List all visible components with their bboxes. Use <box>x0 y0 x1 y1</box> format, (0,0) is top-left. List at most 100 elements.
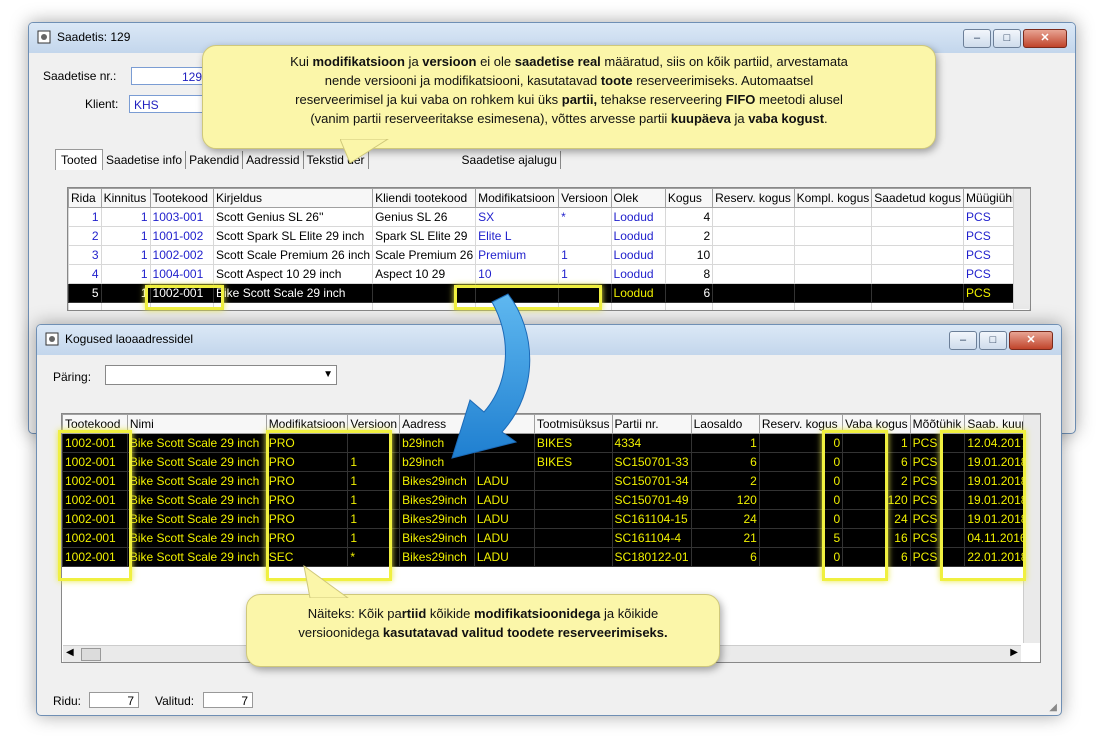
table-row[interactable]: 1002-001 Bike Scott Scale 29 inch SEC * Bike… <box>62 547 1040 567</box>
table-cell <box>793 264 873 284</box>
table-cell: 8 <box>664 264 714 284</box>
column-header[interactable]: Kinnitus <box>100 188 151 208</box>
table-cell: PCS <box>909 547 966 567</box>
column-header[interactable]: Kirjeldus <box>213 188 374 208</box>
callout-text: määratud, siis on kõik partiid, arvestam… <box>600 54 848 69</box>
column-header[interactable]: Mõõtühik <box>909 414 966 434</box>
column-header[interactable]: Tootekood <box>62 414 128 434</box>
table-row[interactable]: 2 1 1001-002 Scott Spark SL Elite 29 inch Sp… <box>68 226 1030 246</box>
callout-text: FIFO <box>725 92 756 107</box>
table-row[interactable]: 4 1 1004-001 Scott Aspect 10 29 inch Aspect … <box>68 264 1030 284</box>
table-cell: Bike Scott Scale 29 inch <box>213 283 374 303</box>
table-cell: Bike Scott Scale 29 inch <box>126 490 267 510</box>
table-cell: 1 <box>347 471 401 491</box>
column-header[interactable]: Olek <box>610 188 666 208</box>
products-vscroll[interactable] <box>1013 189 1030 309</box>
table-cell <box>871 245 965 265</box>
callout-line: Näiteks: Kõik partiid kõikide modifikats… <box>247 604 719 623</box>
quantities-vscroll[interactable] <box>1023 415 1040 643</box>
column-header[interactable]: Saadetud kogus <box>871 188 965 208</box>
table-cell: Aspect 10 29 <box>372 264 477 284</box>
maximize-button[interactable]: □ <box>993 29 1021 48</box>
column-header[interactable]: Tootekood <box>149 188 215 208</box>
maximize-button[interactable]: □ <box>979 331 1007 350</box>
callout-text: partii, <box>561 92 598 107</box>
table-cell: Loodud <box>610 264 666 284</box>
table-row[interactable]: 1002-001 Bike Scott Scale 29 inch PRO 1 Bike… <box>62 509 1040 529</box>
tab-tooted[interactable]: Tooted <box>55 149 104 170</box>
table-cell: Bikes29inch <box>399 528 475 548</box>
column-header[interactable]: Rida <box>68 188 102 208</box>
table-cell <box>533 471 613 491</box>
callout-line: nende versiooni ja modifikatsiooni, kasu… <box>203 71 935 90</box>
column-header[interactable]: Versioon <box>347 414 401 434</box>
table-cell: 1001-002 <box>149 226 215 246</box>
table-cell: SC161104-15 <box>611 509 692 529</box>
window-title: Saadetis: 129 <box>57 30 131 44</box>
table-cell: SC150701-33 <box>611 452 692 472</box>
minimize-button[interactable]: – <box>963 29 991 48</box>
table-cell <box>712 302 795 310</box>
scroll-left-icon[interactable]: ◀ <box>66 647 74 658</box>
table-cell: 1002-001 <box>62 433 128 453</box>
callout-text: reserveerimiseks. Automaatsel <box>632 73 814 88</box>
close-button[interactable]: ✕ <box>1009 331 1053 350</box>
column-header[interactable]: Nimi <box>126 414 267 434</box>
tab-pakendid[interactable]: Pakendid <box>186 151 244 169</box>
column-header[interactable]: Vaba kogus <box>842 414 911 434</box>
column-header[interactable]: Reserv. kogus <box>758 414 844 434</box>
minimize-button[interactable]: – <box>949 331 977 350</box>
table-cell: 0 <box>758 452 844 472</box>
table-cell: 1 <box>842 433 911 453</box>
callout-line: Kui modifikatsioon ja versioon ei ole sa… <box>203 52 935 71</box>
table-cell: 0 <box>758 509 844 529</box>
table-row[interactable]: 3 1 1002-002 Scott Scale Premium 26 inch Sca… <box>68 245 1030 265</box>
scroll-right-icon[interactable]: ▶ <box>1010 647 1018 658</box>
column-header[interactable]: Partii nr. <box>611 414 692 434</box>
callout-text: nende versiooni ja modifikatsiooni, kasu… <box>324 73 601 88</box>
table-cell <box>793 283 873 303</box>
valitud-value: 7 <box>203 692 253 708</box>
table-cell: 6 <box>842 452 911 472</box>
callout-text: toote <box>600 73 633 88</box>
table-row[interactable]: 1002-001 Bike Scott Scale 29 inch PRO 1 Bike… <box>62 528 1040 548</box>
table-cell: 120 <box>842 490 911 510</box>
callout-text: Kui <box>290 54 313 69</box>
column-header[interactable]: Modifikatsioon <box>265 414 349 434</box>
table-cell <box>68 302 102 310</box>
column-header[interactable]: Versioon <box>558 188 612 208</box>
table-cell: Bikes29inch <box>399 471 475 491</box>
hscroll-thumb[interactable] <box>81 648 101 661</box>
table-cell: PRO <box>265 509 349 529</box>
table-cell: 2 <box>690 471 760 491</box>
table-row[interactable]: 1 1 1003-001 Scott Genius SL 26'' Genius SL … <box>68 207 1030 227</box>
tab-saadetise-info[interactable]: Saadetise info <box>103 151 187 169</box>
callout-text: meetodi alusel <box>755 92 843 107</box>
table-cell: PRO <box>265 490 349 510</box>
table-cell: 24 <box>690 509 760 529</box>
table-cell: Bike Scott Scale 29 inch <box>126 547 267 567</box>
tab-saadetise-ajalugu[interactable]: Saadetise ajalugu <box>459 151 561 169</box>
column-header[interactable]: Kliendi tootekood <box>372 188 477 208</box>
column-header[interactable]: Laosaldo <box>690 414 760 434</box>
table-cell: Spark SL Elite 29 <box>372 226 477 246</box>
column-header[interactable]: Kompl. kogus <box>793 188 873 208</box>
column-header[interactable]: Modifikatsioon <box>475 188 560 208</box>
callout-text: (vanim partii reserveeritakse esimesena)… <box>310 111 671 126</box>
paring-select[interactable]: ▼ <box>105 365 337 385</box>
table-row[interactable]: 1002-001 Bike Scott Scale 29 inch PRO 1 Bike… <box>62 490 1040 510</box>
column-header[interactable]: Reserv. kogus <box>712 188 795 208</box>
tab-aadressid[interactable]: Aadressid <box>243 151 304 169</box>
table-cell: 1 <box>100 207 151 227</box>
table-cell: 0 <box>758 471 844 491</box>
table-cell <box>712 283 795 303</box>
saadetise-nr-field[interactable]: 129 <box>131 67 207 85</box>
column-header[interactable]: Kogus <box>664 188 714 208</box>
table-cell <box>558 226 612 246</box>
close-button[interactable]: ✕ <box>1023 29 1067 48</box>
resize-grip-icon[interactable]: ◢ <box>1049 702 1057 713</box>
table-cell: 1 <box>100 245 151 265</box>
table-cell: 1 <box>558 264 612 284</box>
table-row[interactable]: 1002-001 Bike Scott Scale 29 inch PRO 1 Bike… <box>62 471 1040 491</box>
table-cell: LADU <box>473 471 535 491</box>
